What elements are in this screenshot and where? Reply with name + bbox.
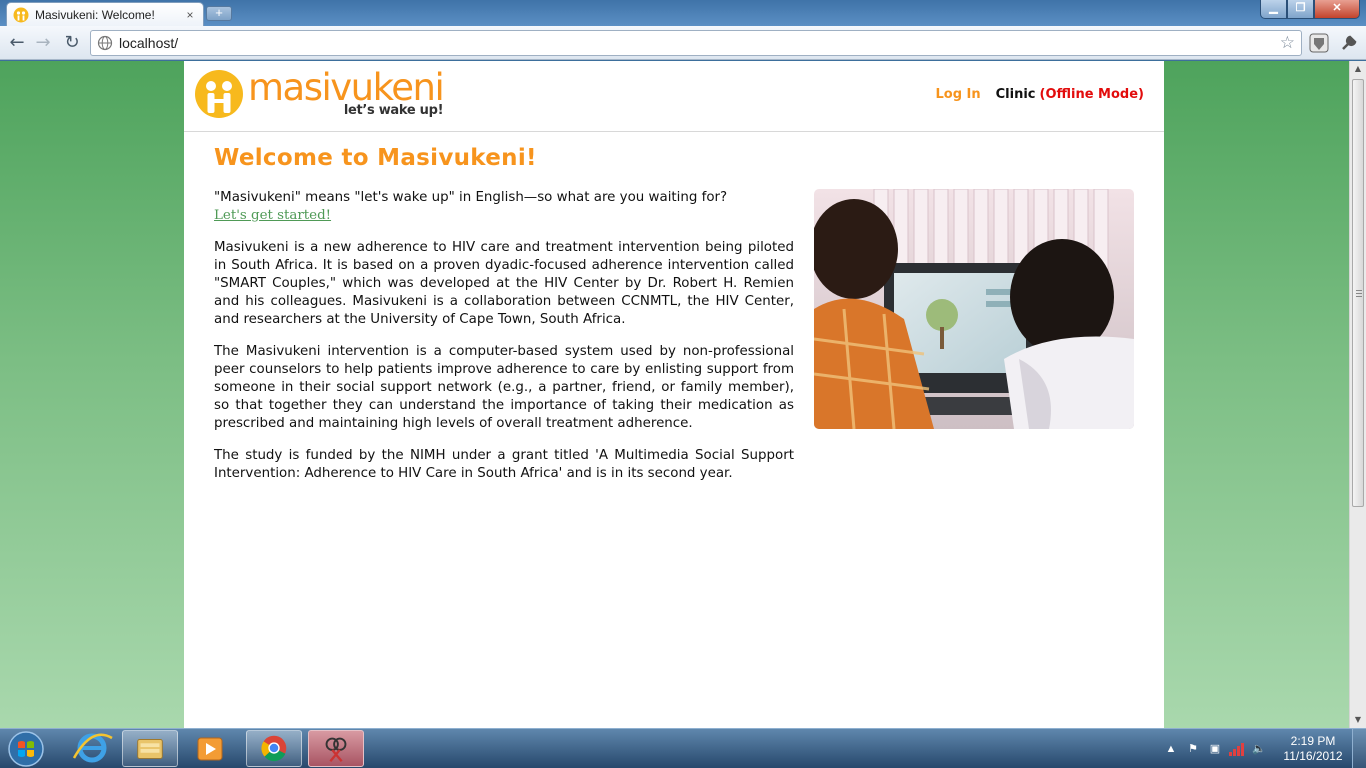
address-url[interactable]: localhost/ xyxy=(119,35,1280,51)
intervention-paragraph: The Masivukeni intervention is a compute… xyxy=(214,344,794,431)
scroll-up-arrow-icon[interactable]: ▲ xyxy=(1350,61,1366,77)
windows-taskbar: ▲ ⚑ ▣ 🔈 2:19 PM 11/16/2012 xyxy=(0,728,1366,768)
extension-shield-icon[interactable] xyxy=(1308,32,1330,54)
counseling-photo xyxy=(814,189,1134,429)
page-container: masivukeni let’s wake up! Log In Clinic … xyxy=(184,61,1164,728)
minimize-button[interactable]: ▁ xyxy=(1260,0,1287,19)
vertical-scrollbar[interactable]: ▲ ▼ xyxy=(1349,61,1366,728)
masivukeni-favicon-icon xyxy=(13,7,29,22)
show-desktop-button[interactable] xyxy=(1352,729,1366,768)
get-started-link[interactable]: Let's get started! xyxy=(214,208,331,223)
tab-close-icon[interactable]: × xyxy=(183,8,197,22)
taskbar-clock[interactable]: 2:19 PM 11/16/2012 xyxy=(1278,734,1348,764)
clock-date: 11/16/2012 xyxy=(1283,749,1343,763)
tab-title: Masivukeni: Welcome! xyxy=(35,7,155,22)
system-tray: ▲ ⚑ ▣ 🔈 xyxy=(1160,729,1270,768)
masivukeni-logo-icon xyxy=(195,70,243,118)
network-signal-icon[interactable] xyxy=(1226,739,1248,759)
browser-toolbar: ← → ↻ localhost/ ☆ xyxy=(0,26,1366,60)
clinic-label: Clinic xyxy=(995,87,1036,102)
forward-arrow-icon[interactable]: → xyxy=(32,32,54,54)
intro-text: "Masivukeni" means "let's wake up" in En… xyxy=(214,190,728,205)
login-link[interactable]: Log In xyxy=(935,87,980,102)
windows-start-icon[interactable] xyxy=(4,730,48,768)
intro-paragraph: "Masivukeni" means "let's wake up" in En… xyxy=(214,189,794,225)
globe-icon xyxy=(97,35,113,51)
file-explorer-icon[interactable] xyxy=(122,730,178,767)
scroll-down-arrow-icon[interactable]: ▼ xyxy=(1350,712,1366,728)
close-window-button[interactable]: ✕ xyxy=(1314,0,1360,19)
wrench-menu-icon[interactable] xyxy=(1338,32,1360,54)
page-title: Welcome to Masivukeni! xyxy=(214,145,537,171)
browser-tab[interactable]: Masivukeni: Welcome! × xyxy=(6,2,204,26)
offline-mode-status: (Offline Mode) xyxy=(1039,87,1145,102)
clock-time: 2:19 PM xyxy=(1290,734,1336,748)
scrollbar-thumb[interactable] xyxy=(1352,79,1364,507)
address-bar[interactable]: localhost/ ☆ xyxy=(90,30,1302,56)
page-viewport: masivukeni let’s wake up! Log In Clinic … xyxy=(0,61,1349,728)
browser-titlebar: Masivukeni: Welcome! × + ▁ ❐ ✕ xyxy=(0,0,1366,26)
action-center-flag-icon[interactable]: ⚑ xyxy=(1182,739,1204,759)
show-hidden-icons-icon[interactable]: ▲ xyxy=(1160,739,1182,759)
funding-paragraph: The study is funded by the NIMH under a … xyxy=(214,448,794,481)
bookmark-star-icon[interactable]: ☆ xyxy=(1280,33,1295,53)
snipping-tool-icon[interactable] xyxy=(308,730,364,767)
reload-icon[interactable]: ↻ xyxy=(61,32,83,54)
new-tab-button[interactable]: + xyxy=(206,6,232,21)
body-text: "Masivukeni" means "let's wake up" in En… xyxy=(214,189,794,497)
window-controls: ▁ ❐ ✕ xyxy=(1260,0,1360,19)
maximize-button[interactable]: ❐ xyxy=(1287,0,1314,19)
main-content: Welcome to Masivukeni! "Masivukeni" mean… xyxy=(214,145,1134,481)
logo-wordmark: masivukeni xyxy=(248,66,445,109)
header-nav: Log In Clinic (Offline Mode) xyxy=(935,87,1144,102)
site-logo[interactable]: masivukeni let’s wake up! xyxy=(194,66,445,121)
media-player-icon[interactable] xyxy=(182,730,238,767)
back-arrow-icon[interactable]: ← xyxy=(6,32,28,54)
about-paragraph: Masivukeni is a new adherence to HIV car… xyxy=(214,240,794,327)
chrome-icon[interactable] xyxy=(246,730,302,767)
internet-explorer-icon[interactable] xyxy=(64,730,120,767)
site-header: masivukeni let’s wake up! Log In Clinic … xyxy=(184,61,1164,132)
volume-icon[interactable]: 🔈 xyxy=(1248,739,1270,759)
device-icon[interactable]: ▣ xyxy=(1204,739,1226,759)
